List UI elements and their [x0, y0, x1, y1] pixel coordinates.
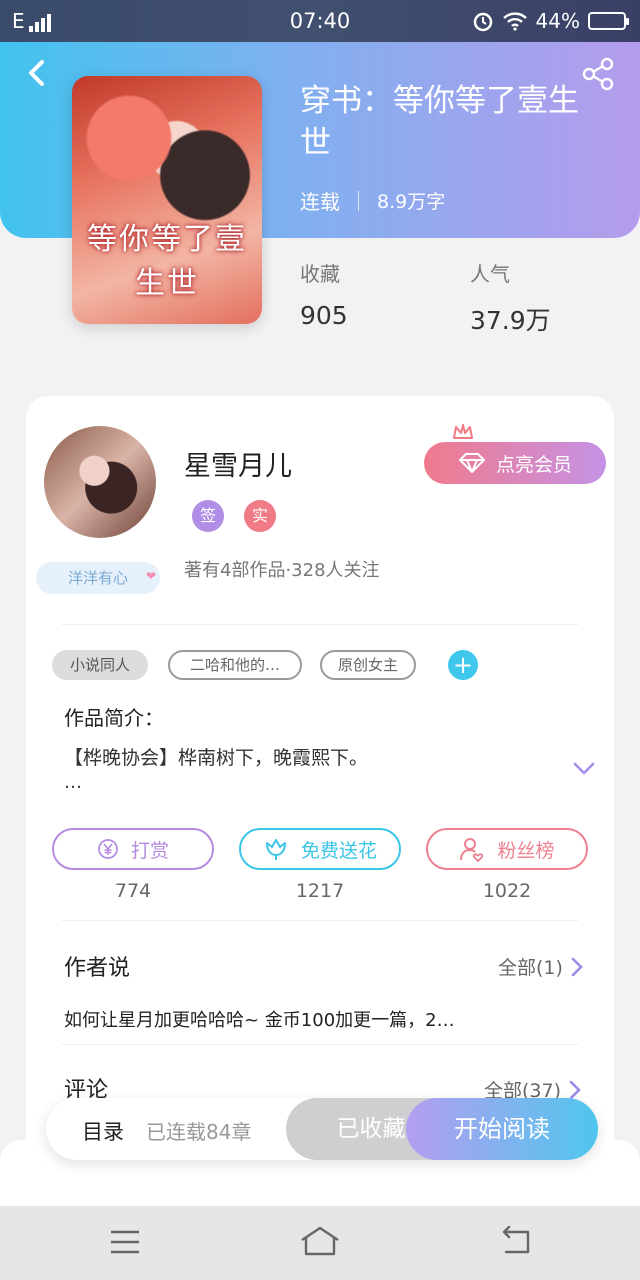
- author-avatar[interactable]: [44, 426, 156, 538]
- signed-badge: 签: [192, 500, 224, 532]
- battery-icon: [588, 12, 629, 30]
- member-button[interactable]: 点亮会员: [424, 442, 606, 484]
- divider: [62, 920, 578, 921]
- heart-icon: ❤: [145, 569, 156, 583]
- back-button[interactable]: [24, 56, 54, 90]
- tag-original-heroine[interactable]: 原创女主: [320, 650, 416, 680]
- start-reading-button[interactable]: 开始阅读: [406, 1098, 598, 1160]
- chapter-progress: 已连载84章: [146, 1120, 252, 1144]
- author-says-all-label: 全部(1): [498, 957, 563, 979]
- wifi-icon: [502, 12, 527, 31]
- toc-button[interactable]: 目录: [82, 1116, 124, 1146]
- stat-label: 人气: [470, 262, 510, 286]
- chevron-right-icon: [571, 957, 583, 976]
- chevron-left-icon: [29, 60, 44, 86]
- diamond-icon: [458, 453, 485, 473]
- fan-rank-count: 1022: [482, 880, 532, 902]
- member-button-label: 点亮会员: [495, 453, 572, 476]
- author-says-title: 作者说: [64, 956, 131, 981]
- user-heart-icon: [460, 838, 484, 862]
- stat-favorites: 收藏 905: [300, 258, 348, 330]
- cover-title: 等你等了壹生世: [87, 222, 247, 301]
- send-flower-button[interactable]: 免费送花: [239, 828, 401, 870]
- verified-badge: 实: [244, 500, 276, 532]
- alarm-icon: [473, 12, 492, 32]
- tip-label: 打赏: [130, 839, 169, 862]
- divider: [62, 1044, 578, 1045]
- stat-popularity: 人气 37.9万: [470, 258, 551, 337]
- author-says-all-link[interactable]: 全部(1): [498, 953, 583, 980]
- intro-ellipsis: …: [64, 772, 82, 793]
- meta-divider: [358, 190, 359, 211]
- crown-icon: [453, 424, 473, 439]
- fan-rank-button[interactable]: 粉丝榜: [426, 828, 588, 870]
- tip-count: 774: [114, 880, 152, 902]
- battery-percent: 44%: [535, 9, 580, 33]
- stat-label: 收藏: [300, 262, 340, 286]
- home-icon[interactable]: [298, 1222, 342, 1262]
- tag-novel-fanfic[interactable]: 小说同人: [52, 650, 148, 680]
- book-meta: 连载 8.9万字: [300, 186, 445, 215]
- fan-rank-label: 粉丝榜: [497, 839, 555, 862]
- tip-button[interactable]: 打赏: [52, 828, 214, 870]
- intro-label: 作品简介：: [64, 706, 164, 730]
- menu-icon[interactable]: [105, 1222, 145, 1262]
- book-status: 连载: [300, 190, 340, 214]
- book-cover[interactable]: 等你等了壹生世: [72, 76, 262, 324]
- author-note[interactable]: 如何让星月加更哈哈哈~ 金币100加更一篇，2…: [64, 1006, 455, 1032]
- yuan-icon: [98, 839, 118, 859]
- add-tag-button[interactable]: +: [448, 650, 478, 680]
- fan-badge: 洋洋有心 ❤: [36, 562, 160, 594]
- flower-count: 1217: [295, 880, 345, 902]
- chevron-down-icon[interactable]: [572, 758, 596, 778]
- fan-badge-label: 洋洋有心: [67, 569, 128, 587]
- author-info: 著有4部作品·328人关注: [184, 560, 380, 581]
- book-title: 穿书：等你等了壹生世: [300, 83, 579, 161]
- flower-icon: [265, 839, 286, 860]
- divider: [62, 624, 578, 625]
- author-name[interactable]: 星雪月儿: [184, 444, 292, 483]
- status-bar: E 07:40 44%: [0, 0, 640, 42]
- stat-value: 905: [300, 301, 348, 330]
- send-flower-label: 免费送花: [300, 839, 377, 862]
- word-count: 8.9万字: [377, 191, 446, 213]
- intro-text: 【桦晚协会】桦南树下，晚霞熙下。: [64, 747, 369, 769]
- tag-husky[interactable]: 二哈和他的…: [168, 650, 302, 680]
- stat-value: 37.9万: [470, 306, 551, 335]
- back-nav-icon[interactable]: [496, 1222, 536, 1262]
- chevron-right-icon: [569, 1080, 581, 1099]
